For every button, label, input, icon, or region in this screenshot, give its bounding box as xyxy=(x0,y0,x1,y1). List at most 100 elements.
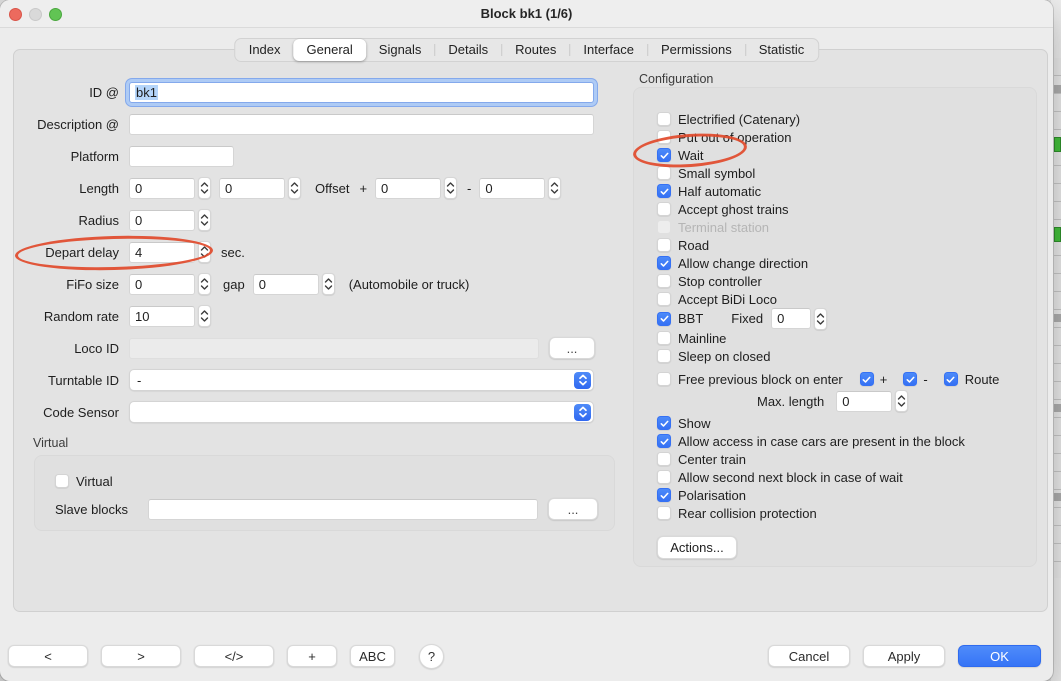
route-checkbox[interactable] xyxy=(944,372,958,386)
virtual-checkbox-label: Virtual xyxy=(76,474,113,489)
terminal-station-checkbox xyxy=(657,220,671,234)
bbt-checkbox[interactable] xyxy=(657,312,671,326)
add-button[interactable]: + xyxy=(287,645,337,667)
form-row-loco-id: Loco ID ... xyxy=(21,332,611,364)
rear-collision-protection-checkbox[interactable] xyxy=(657,506,671,520)
actions-button[interactable]: Actions... xyxy=(657,536,737,559)
half-automatic-checkbox[interactable] xyxy=(657,184,671,198)
tab-interface[interactable]: Interface xyxy=(570,39,647,61)
radius-value: 0 xyxy=(135,213,142,228)
length-stepper-1[interactable] xyxy=(198,177,211,199)
accept-ghost-trains-checkbox[interactable] xyxy=(657,202,671,216)
length-input-2[interactable]: 0 xyxy=(219,178,285,199)
config-row: Polarisation xyxy=(657,486,1036,504)
radius-input[interactable]: 0 xyxy=(129,210,195,231)
slave-blocks-browse-button[interactable]: ... xyxy=(548,498,598,520)
free-previous-minus-checkbox[interactable] xyxy=(903,372,917,386)
sleep-on-closed-checkbox[interactable] xyxy=(657,349,671,363)
help-button[interactable]: ? xyxy=(419,644,444,669)
cancel-button[interactable]: Cancel xyxy=(768,645,850,667)
accept-bidi-loco-checkbox[interactable] xyxy=(657,292,671,306)
background-gray-block xyxy=(1054,85,1061,93)
tab-signals[interactable]: Signals xyxy=(366,39,435,61)
virtual-group-label: Virtual xyxy=(33,436,611,452)
tab-routes[interactable]: Routes xyxy=(502,39,569,61)
previous-button[interactable]: < xyxy=(8,645,88,667)
window-title: Block bk1 (1/6) xyxy=(0,6,1053,21)
background-gray-block xyxy=(1054,404,1061,412)
description-label: Description @ xyxy=(21,117,119,132)
road-checkbox[interactable] xyxy=(657,238,671,252)
slave-blocks-input[interactable] xyxy=(148,499,538,520)
bbt-fixed-value: 0 xyxy=(777,311,784,326)
description-input[interactable] xyxy=(129,114,594,135)
show-checkbox[interactable] xyxy=(657,416,671,430)
max-length-input[interactable]: 0 xyxy=(836,391,892,412)
ok-button[interactable]: OK xyxy=(958,645,1041,667)
offset-minus-input[interactable]: 0 xyxy=(479,178,545,199)
bbt-fixed-input[interactable]: 0 xyxy=(771,308,811,329)
allow-access-cars-checkbox[interactable] xyxy=(657,434,671,448)
turntable-id-select[interactable]: - xyxy=(129,369,594,391)
bbt-fixed-stepper[interactable] xyxy=(814,308,827,330)
fifo-input[interactable]: 0 xyxy=(129,274,195,295)
loco-id-label: Loco ID xyxy=(21,341,119,356)
config-row-max-length: Max. length 0 xyxy=(657,388,1036,414)
abc-button[interactable]: ABC xyxy=(350,645,395,667)
length-value-2: 0 xyxy=(225,181,232,196)
length-input-1[interactable]: 0 xyxy=(129,178,195,199)
config-row: Small symbol xyxy=(657,164,1036,182)
platform-input[interactable] xyxy=(129,146,234,167)
stop-controller-checkbox[interactable] xyxy=(657,274,671,288)
title-bar[interactable]: Block bk1 (1/6) xyxy=(0,0,1053,28)
dropdown-chevrons-icon xyxy=(574,404,591,421)
virtual-checkbox[interactable] xyxy=(55,474,69,488)
plus-label: + xyxy=(880,372,888,387)
polarisation-checkbox[interactable] xyxy=(657,488,671,502)
form-row-random-rate: Random rate 10 xyxy=(21,300,611,332)
config-row: Road xyxy=(657,236,1036,254)
allow-change-direction-checkbox[interactable] xyxy=(657,256,671,270)
random-rate-stepper[interactable] xyxy=(198,305,211,327)
random-rate-label: Random rate xyxy=(21,309,119,324)
random-rate-input[interactable]: 10 xyxy=(129,306,195,327)
tab-statistic[interactable]: Statistic xyxy=(746,39,818,61)
fifo-stepper[interactable] xyxy=(198,273,211,295)
xml-button[interactable]: </> xyxy=(194,645,274,667)
form-row-length: Length 0 0 Offset + 0 - 0 xyxy=(21,172,611,204)
radius-stepper[interactable] xyxy=(198,209,211,231)
apply-button[interactable]: Apply xyxy=(863,645,945,667)
tab-details[interactable]: Details xyxy=(435,39,501,61)
block-form: ID @ bk1 Description @ Platform Length xyxy=(21,50,611,531)
config-row: Allow change direction xyxy=(657,254,1036,272)
small-symbol-checkbox[interactable] xyxy=(657,166,671,180)
form-row-fifo: FiFo size 0 gap 0 (Automobile or truck) xyxy=(21,268,611,300)
bbt-label: BBT xyxy=(678,311,703,326)
free-previous-block-checkbox[interactable] xyxy=(657,372,671,386)
electrified-checkbox[interactable] xyxy=(657,112,671,126)
tab-permissions[interactable]: Permissions xyxy=(648,39,745,61)
gap-stepper[interactable] xyxy=(322,273,335,295)
id-input[interactable]: bk1 xyxy=(129,82,594,103)
checkbox-label: Road xyxy=(678,238,709,253)
offset-plus-input[interactable]: 0 xyxy=(375,178,441,199)
length-stepper-2[interactable] xyxy=(288,177,301,199)
tab-general[interactable]: General xyxy=(294,39,366,61)
code-sensor-select[interactable] xyxy=(129,401,594,423)
next-button[interactable]: > xyxy=(101,645,181,667)
center-train-checkbox[interactable] xyxy=(657,452,671,466)
allow-second-next-block-checkbox[interactable] xyxy=(657,470,671,484)
fifo-hint: (Automobile or truck) xyxy=(349,277,470,292)
gap-input[interactable]: 0 xyxy=(253,274,319,295)
config-row-bbt: BBT Fixed 0 xyxy=(657,308,1036,329)
form-row-description: Description @ xyxy=(21,108,611,140)
loco-id-browse-button[interactable]: ... xyxy=(549,337,595,359)
offset-plus-stepper[interactable] xyxy=(444,177,457,199)
config-row: Center train xyxy=(657,450,1036,468)
offset-minus-stepper[interactable] xyxy=(548,177,561,199)
mainline-checkbox[interactable] xyxy=(657,331,671,345)
tab-index[interactable]: Index xyxy=(236,39,294,61)
config-row: Stop controller xyxy=(657,272,1036,290)
max-length-stepper[interactable] xyxy=(895,390,908,412)
free-previous-plus-checkbox[interactable] xyxy=(860,372,874,386)
